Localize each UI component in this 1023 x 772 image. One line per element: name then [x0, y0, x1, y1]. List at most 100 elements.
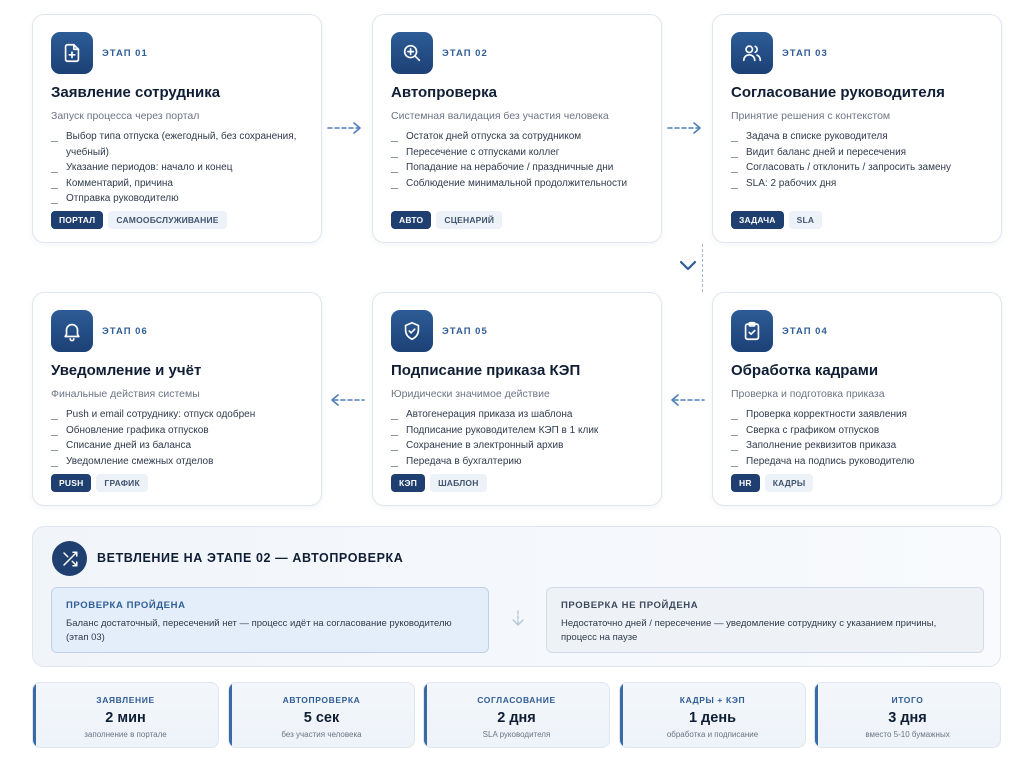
tag: КЭП [391, 474, 426, 492]
stage-card-05: ЭТАП 05 Подписание приказа КЭП Юридическ… [372, 292, 662, 506]
stage-items: Остаток дней отпуска за сотрудником Пере… [391, 129, 643, 191]
stage-card-03: ЭТАП 03 Согласование руководителя Принят… [712, 14, 1002, 243]
stat-label: АВТОПРОВЕРКА [282, 695, 361, 705]
tag: ШАБЛОН [430, 474, 487, 492]
stage-subtitle: Принятие решения с контекстом [731, 110, 891, 122]
stat-note: SLA руководителя [482, 730, 551, 739]
list-item: Видит баланс дней и пересечения [731, 145, 983, 161]
stage-items: Выбор типа отпуска (ежегодный, без сохра… [51, 129, 303, 207]
list-item: Уведомление смежных отделов [51, 454, 303, 470]
stage-label: ЭТАП 04 [782, 325, 828, 337]
list-item: Остаток дней отпуска за сотрудником [391, 129, 643, 145]
list-item: Передача в бухгалтерию [391, 454, 643, 470]
stage-label: ЭТАП 01 [102, 47, 148, 59]
list-item: Сохранение в электронный архив [391, 438, 643, 454]
stage-label: ЭТАП 03 [782, 47, 828, 59]
stat-card: КАДРЫ + КЭП 1 день обработка и подписани… [619, 682, 806, 748]
stage-card-04: ЭТАП 04 Обработка кадрами Проверка и под… [712, 292, 1002, 506]
list-item: Согласовать / отклонить / запросить заме… [731, 160, 983, 176]
branch-fail-box: ПРОВЕРКА НЕ ПРОЙДЕНА Недостаточно дней /… [546, 587, 984, 653]
tag: ГРАФИК [96, 474, 148, 492]
shuffle-icon [52, 541, 87, 576]
branch-pass-title: ПРОВЕРКА ПРОЙДЕНА [66, 600, 186, 611]
list-item: Автогенерация приказа из шаблона [391, 407, 643, 423]
list-item: SLA: 2 рабочих дня [731, 176, 983, 192]
tag: САМООБСЛУЖИВАНИЕ [108, 211, 227, 229]
stage-subtitle: Юридически значимое действие [391, 388, 550, 400]
list-item: Сверка с графиком отпусков [731, 423, 983, 439]
stage-tags: АВТО СЦЕНАРИЙ [391, 211, 503, 229]
stage-tags: PUSH ГРАФИК [51, 474, 148, 492]
list-item: Попадание на нерабочие / праздничные дни [391, 160, 643, 176]
stat-note: заполнение в портале [84, 730, 167, 739]
stat-note: вместо 5-10 бумажных [865, 730, 950, 739]
branch-fail-title: ПРОВЕРКА НЕ ПРОЙДЕНА [561, 600, 699, 611]
stat-value: 2 мин [105, 710, 146, 726]
clipboard-check-icon [731, 310, 773, 352]
arrow-down-icon [511, 609, 525, 634]
branch-fail-text: Недостаточно дней / пересечение — уведом… [561, 618, 937, 643]
arrow-left-icon [326, 392, 366, 408]
users-icon [731, 32, 773, 74]
connector-line [702, 244, 703, 292]
stage-subtitle: Системная валидация без участия человека [391, 110, 609, 122]
tag: ПОРТАЛ [51, 211, 104, 229]
tag: КАДРЫ [764, 474, 814, 492]
stage-title: Автопроверка [391, 84, 497, 101]
stage-tags: ЗАДАЧА SLA [731, 211, 823, 229]
tag: HR [731, 474, 760, 492]
stage-card-06: ЭТАП 06 Уведомление и учёт Финальные дей… [32, 292, 322, 506]
tag: PUSH [51, 474, 92, 492]
branch-pass-text: Баланс достаточный, пересечений нет — пр… [66, 618, 452, 643]
stage-items: Задача в списке руководителя Видит балан… [731, 129, 983, 191]
stat-card: СОГЛАСОВАНИЕ 2 дня SLA руководителя [423, 682, 610, 748]
zoom-in-icon [391, 32, 433, 74]
stage-label: ЭТАП 06 [102, 325, 148, 337]
stat-note: без участия человека [281, 730, 362, 739]
list-item: Проверка корректности заявления [731, 407, 983, 423]
stage-subtitle: Запуск процесса через портал [51, 110, 200, 122]
list-item: Пересечение с отпусками коллег [391, 145, 643, 161]
stage-subtitle: Проверка и подготовка приказа [731, 388, 885, 400]
branch-panel: ВЕТВЛЕНИЕ НА ЭТАПЕ 02 — АВТОПРОВЕРКА ПРО… [32, 526, 1001, 667]
stat-value: 2 дня [497, 710, 536, 726]
stage-card-01: ЭТАП 01 Заявление сотрудника Запуск проц… [32, 14, 322, 243]
list-item: Списание дней из баланса [51, 438, 303, 454]
list-item: Обновление графика отпусков [51, 423, 303, 439]
arrow-right-icon [326, 120, 366, 136]
list-item: Выбор типа отпуска (ежегодный, без сохра… [51, 129, 303, 160]
file-plus-icon [51, 32, 93, 74]
list-item: Соблюдение минимальной продолжительности [391, 176, 643, 192]
stage-tags: ПОРТАЛ САМООБСЛУЖИВАНИЕ [51, 211, 227, 229]
stage-items: Push и email сотруднику: отпуск одобрен … [51, 407, 303, 469]
stat-value: 1 день [688, 710, 737, 726]
tag: СЦЕНАРИЙ [436, 211, 503, 229]
stage-title: Подписание приказа КЭП [391, 362, 581, 379]
stage-items: Автогенерация приказа из шаблона Подписа… [391, 407, 643, 469]
list-item: Push и email сотруднику: отпуск одобрен [51, 407, 303, 423]
stage-title: Заявление сотрудника [51, 84, 221, 101]
stage-subtitle: Финальные действия системы [51, 388, 200, 400]
stage-tags: КЭП ШАБЛОН [391, 474, 487, 492]
stage-title: Согласование руководителя [731, 84, 945, 101]
list-item: Задача в списке руководителя [731, 129, 983, 145]
stage-card-02: ЭТАП 02 Автопроверка Системная валидация… [372, 14, 662, 243]
stage-label: ЭТАП 02 [442, 47, 488, 59]
bell-icon [51, 310, 93, 352]
stat-label: ЗАЯВЛЕНИЕ [96, 695, 155, 705]
list-item: Указание периодов: начало и конец [51, 160, 303, 176]
stat-value: 3 дня [888, 710, 927, 726]
stat-card: ИТОГО 3 дня вместо 5-10 бумажных [814, 682, 1001, 748]
list-item: Подписание руководителем КЭП в 1 клик [391, 423, 643, 439]
branch-pass-box: ПРОВЕРКА ПРОЙДЕНА Баланс достаточный, пе… [51, 587, 489, 653]
arrow-left-icon [666, 392, 706, 408]
chevron-down-icon [678, 258, 698, 274]
stat-value: 5 сек [303, 710, 340, 726]
list-item: Отправка руководителю [51, 191, 303, 207]
list-item: Передача на подпись руководителю [731, 454, 983, 470]
stat-card: АВТОПРОВЕРКА 5 сек без участия человека [228, 682, 415, 748]
tag: SLA [788, 211, 823, 229]
stage-tags: HR КАДРЫ [731, 474, 814, 492]
arrow-right-icon [666, 120, 706, 136]
tag: АВТО [391, 211, 432, 229]
